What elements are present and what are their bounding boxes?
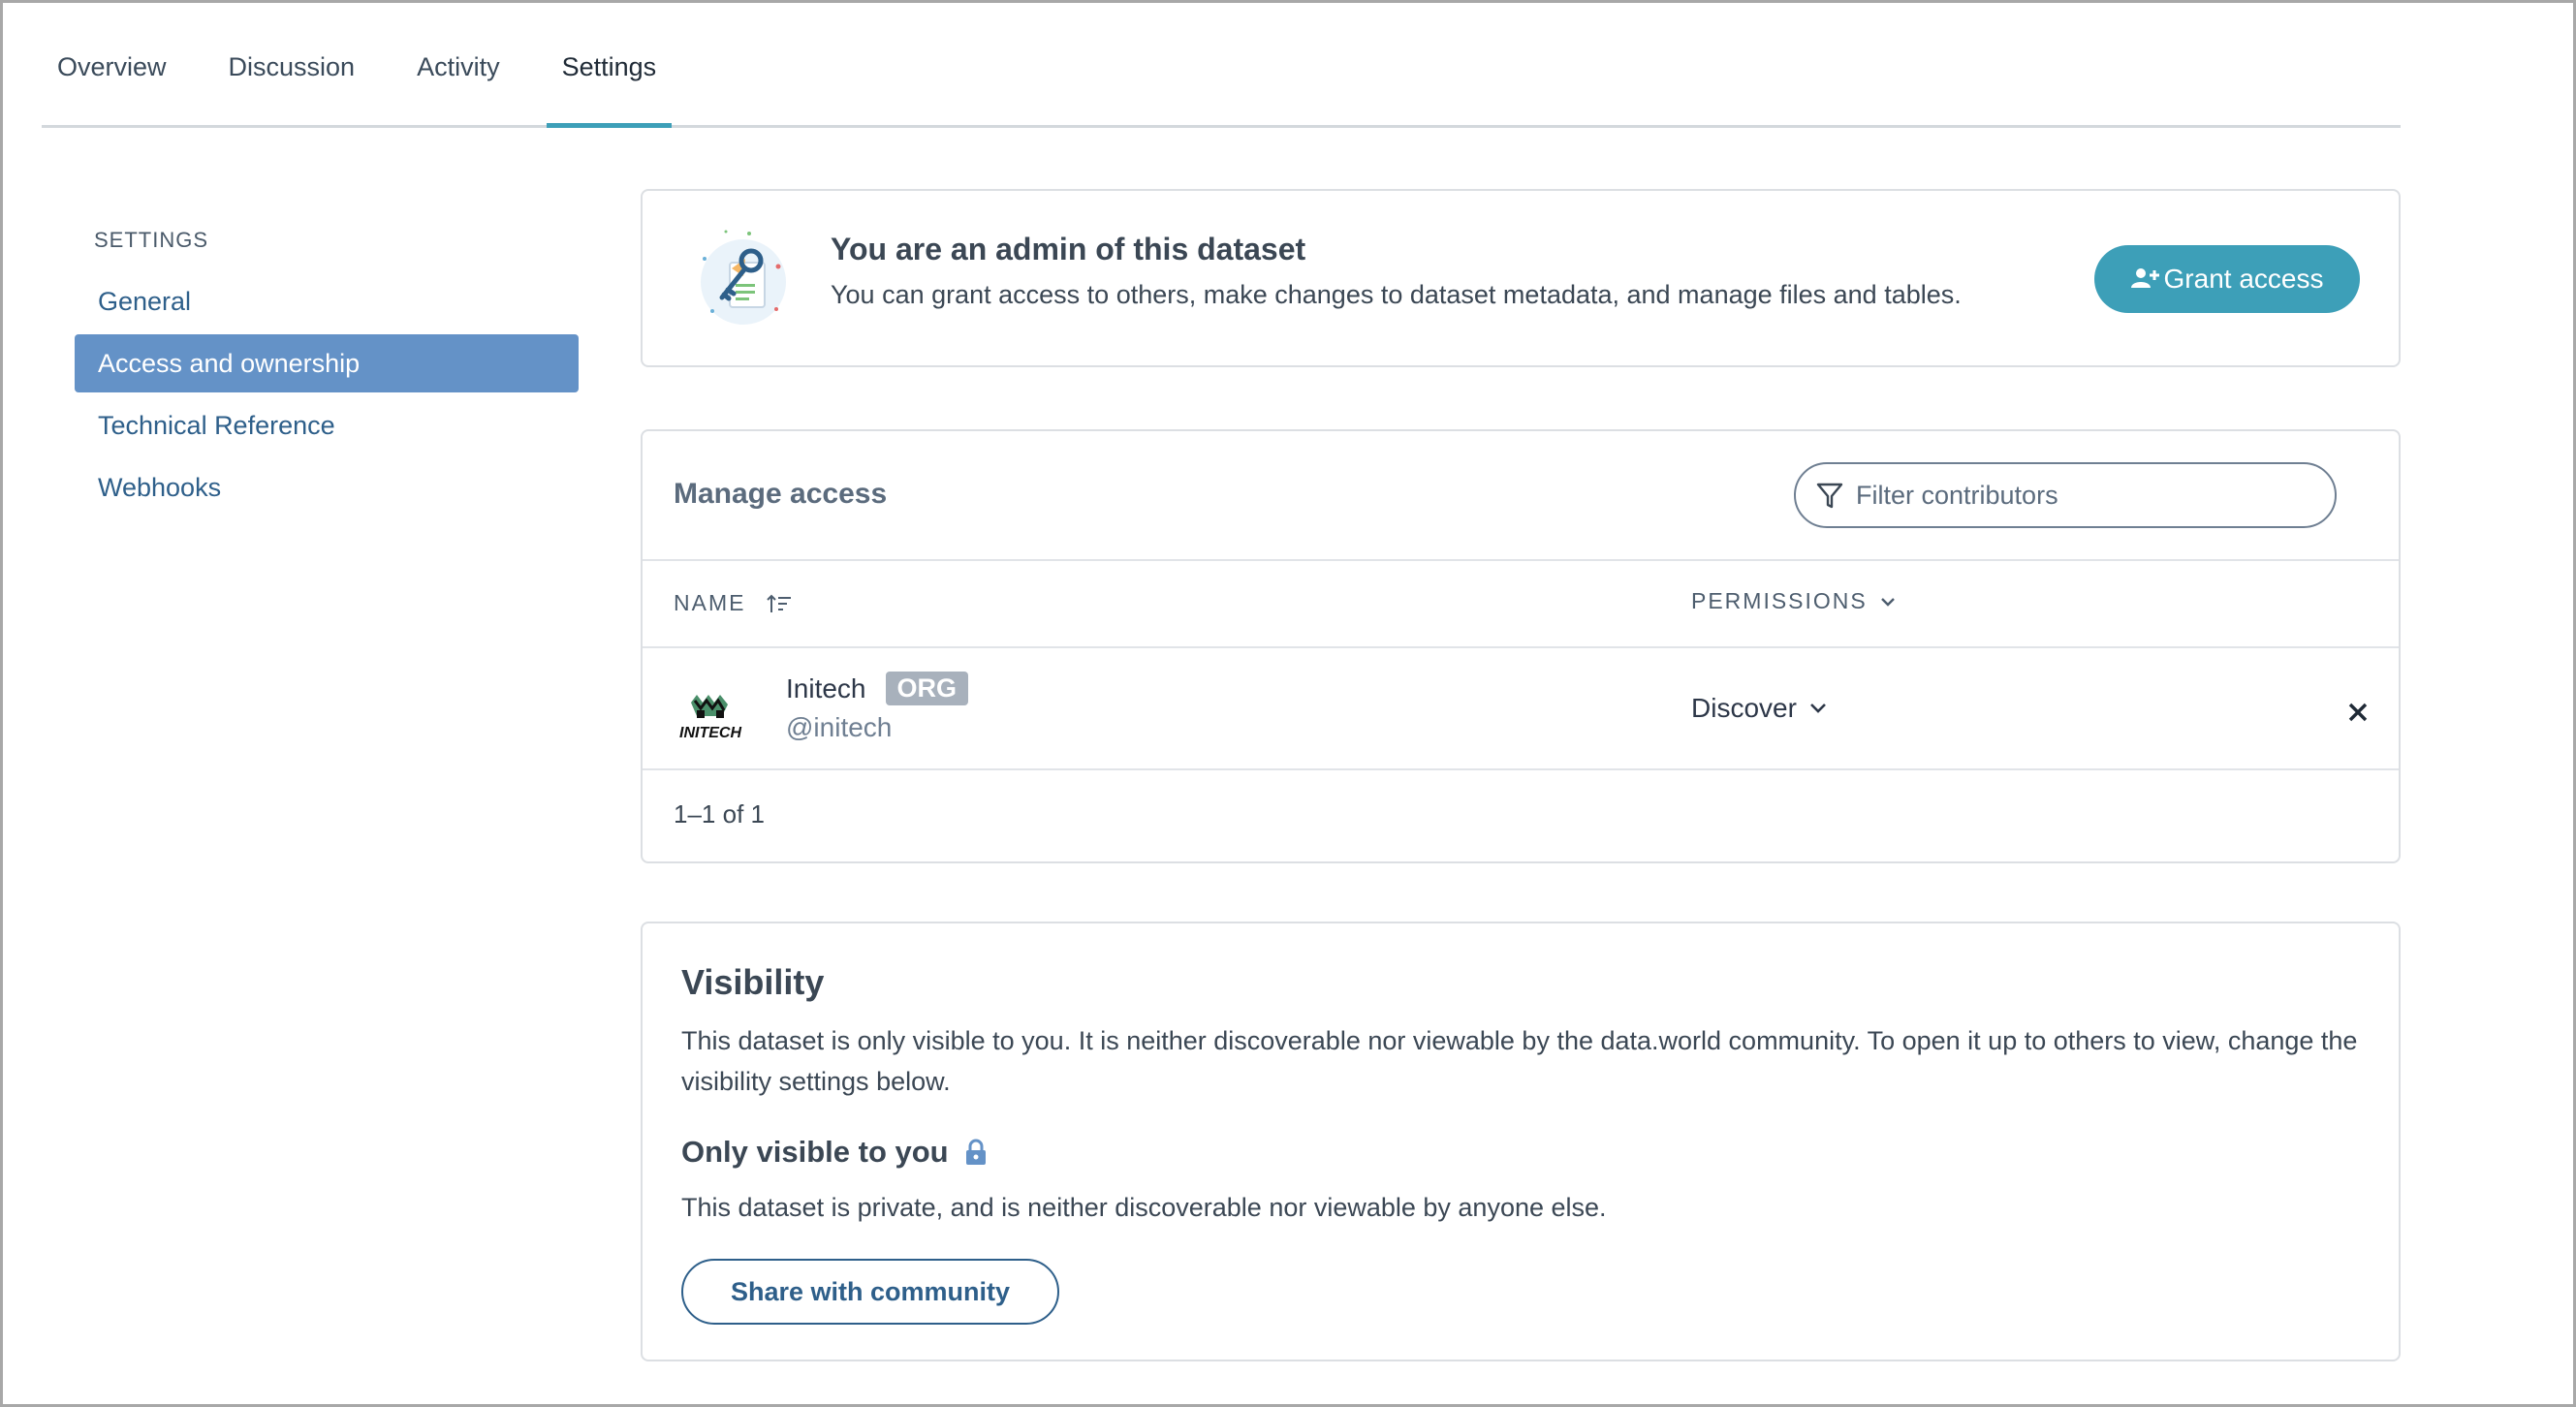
- grant-access-label: Grant access: [2163, 264, 2324, 294]
- close-icon: [2348, 703, 2368, 722]
- manage-access-title: Manage access: [674, 478, 888, 510]
- divider: [643, 768, 2399, 770]
- permissions-column-header[interactable]: PERMISSIONS: [1691, 588, 1897, 614]
- visibility-title: Visibility: [681, 962, 825, 1002]
- tab-bar: Overview Discussion Activity Settings: [42, 3, 2401, 128]
- lock-icon: [965, 1139, 986, 1165]
- grant-access-button[interactable]: Grant access: [2094, 245, 2360, 313]
- name-column-header[interactable]: NAME: [674, 590, 792, 616]
- remove-contributor-button[interactable]: [2339, 693, 2377, 732]
- manage-access-card: Manage access NAME PERMISSIONS INITECH I…: [641, 429, 2401, 863]
- name-column-label: NAME: [674, 590, 746, 615]
- pagination-status: 1–1 of 1: [674, 799, 765, 829]
- share-with-community-button[interactable]: Share with community: [681, 1259, 1059, 1325]
- permission-dropdown[interactable]: Discover: [1691, 693, 1828, 724]
- sidebar-heading: SETTINGS: [94, 228, 209, 252]
- contributor-name-label: Initech: [786, 672, 866, 704]
- visibility-card: Visibility This dataset is only visible …: [641, 922, 2401, 1361]
- filter-icon: [1816, 483, 1843, 509]
- initech-logo-text: INITECH: [679, 725, 741, 741]
- visibility-note: This dataset is private, and is neither …: [681, 1193, 1607, 1222]
- visibility-status: Only visible to you: [681, 1135, 988, 1170]
- visibility-status-label: Only visible to you: [681, 1135, 949, 1169]
- admin-notice-card: You are an admin of this dataset You can…: [641, 189, 2401, 367]
- admin-notice-description: You can grant access to others, make cha…: [831, 280, 1962, 309]
- visibility-description: This dataset is only visible to you. It …: [681, 1026, 2358, 1096]
- admin-notice-title: You are an admin of this dataset: [831, 232, 1306, 266]
- divider: [643, 559, 2399, 561]
- chevron-down-icon: [1880, 597, 1895, 607]
- sidebar-item-general[interactable]: General: [75, 272, 579, 330]
- divider: [643, 646, 2399, 648]
- sidebar-item-access-and-ownership[interactable]: Access and ownership: [75, 334, 579, 392]
- permissions-column-label: PERMISSIONS: [1691, 588, 1868, 613]
- contributor-handle[interactable]: @initech: [786, 712, 892, 743]
- tab-overview[interactable]: Overview: [42, 9, 182, 125]
- contributor-name[interactable]: Initech ORG: [786, 672, 969, 705]
- permission-value: Discover: [1691, 693, 1797, 723]
- sidebar-item-webhooks[interactable]: Webhooks: [75, 458, 579, 516]
- admin-key-illustration-icon: [701, 230, 786, 325]
- org-badge: ORG: [885, 672, 969, 705]
- add-user-icon: [2130, 268, 2159, 288]
- filter-contributors-input[interactable]: [1854, 479, 2304, 512]
- tab-discussion[interactable]: Discussion: [213, 9, 371, 125]
- chevron-down-icon: [1810, 704, 1826, 713]
- tab-activity[interactable]: Activity: [401, 9, 516, 125]
- initech-logo: INITECH: [679, 695, 741, 741]
- sort-icon[interactable]: [767, 593, 792, 614]
- filter-contributors-field[interactable]: [1794, 462, 2337, 528]
- sidebar-item-technical-reference[interactable]: Technical Reference: [75, 396, 579, 454]
- tab-settings[interactable]: Settings: [546, 9, 673, 128]
